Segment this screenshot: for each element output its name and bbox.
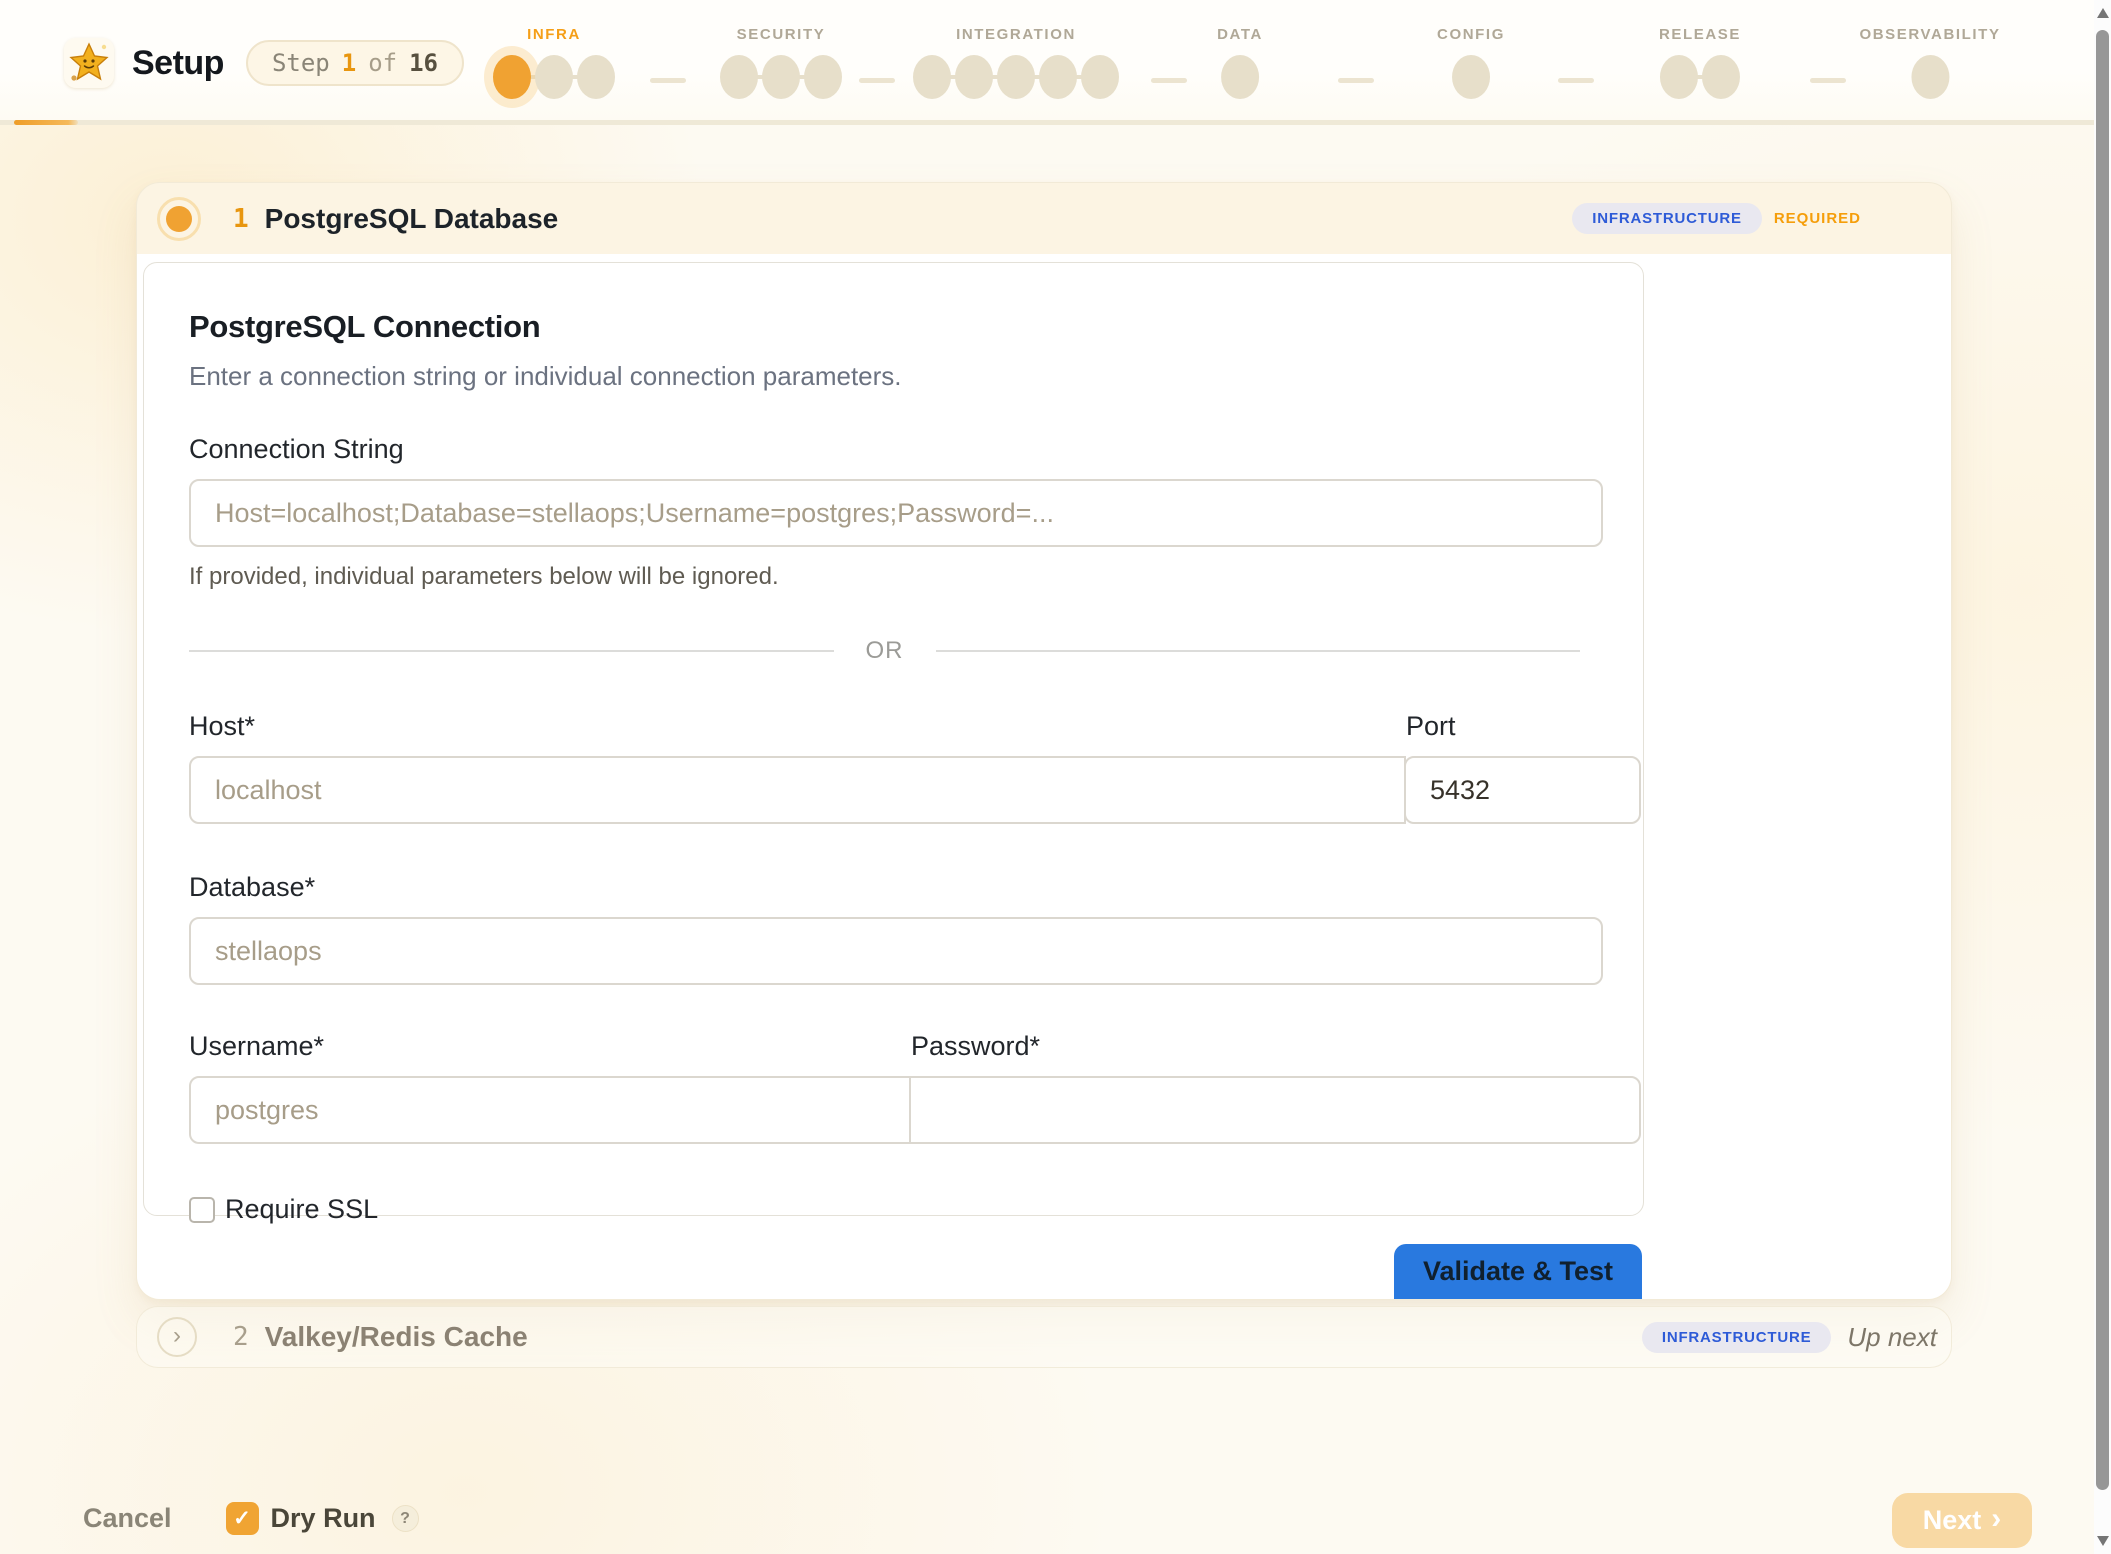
section-postgresql-header[interactable]: 1 PostgreSQL Database INFRASTRUCTURE REQ… xyxy=(137,183,1951,254)
stage-infra: INFRA xyxy=(493,26,615,99)
host-input[interactable] xyxy=(189,756,1406,824)
next-button-label: Next xyxy=(1923,1505,1982,1536)
step-dot xyxy=(720,55,758,99)
stage-label: INFRA xyxy=(527,26,581,43)
step-dot xyxy=(913,55,951,99)
database-input[interactable] xyxy=(189,917,1603,985)
top-bar: Setup Step 1 of 16 INFRASECURITYINTEGRAT… xyxy=(0,0,2111,120)
required-badge: REQUIRED xyxy=(1774,210,1861,227)
chevron-right-icon: › xyxy=(173,1324,181,1348)
require-ssl-checkbox[interactable] xyxy=(189,1197,215,1223)
step-dot xyxy=(1039,55,1077,99)
port-input[interactable] xyxy=(1404,756,1641,824)
stage-connector-dash xyxy=(650,78,686,83)
section-title: PostgreSQL Database xyxy=(265,203,559,235)
check-icon: ✓ xyxy=(233,1506,251,1531)
wizard-footer: Cancel ✓ Dry Run ? xyxy=(0,1483,2094,1554)
help-icon[interactable]: ? xyxy=(392,1505,419,1532)
step-dot xyxy=(577,55,615,99)
stage-label: INTEGRATION xyxy=(956,26,1076,43)
expand-section-button[interactable]: › xyxy=(157,1317,197,1357)
require-ssl-row: Require SSL xyxy=(189,1194,1603,1225)
wizard-stage-stepper: INFRA SECURITY INTEGRATION DATA CONFIG RELEAS… xyxy=(0,0,2111,120)
section-number: 1 xyxy=(233,204,249,234)
step-dot xyxy=(1660,55,1698,99)
stage-label: SECURITY xyxy=(737,26,826,43)
up-next-status: Up next xyxy=(1847,1322,1937,1353)
step-dot xyxy=(1911,55,1949,99)
scroll-down-arrow-icon[interactable] xyxy=(2097,1536,2109,1546)
form-heading: PostgreSQL Connection xyxy=(189,309,1603,345)
cancel-button[interactable]: Cancel xyxy=(83,1503,172,1534)
connection-string-label: Connection String xyxy=(189,434,1603,465)
vertical-scrollbar[interactable] xyxy=(2094,0,2111,1554)
stage-label: RELEASE xyxy=(1659,26,1741,43)
stage-label: CONFIG xyxy=(1437,26,1505,43)
stage-connector-dash xyxy=(1338,78,1374,83)
section-number: 2 xyxy=(233,1322,249,1352)
step-dot xyxy=(762,55,800,99)
password-input[interactable] xyxy=(909,1076,1641,1144)
stage-label: OBSERVABILITY xyxy=(1859,26,2000,43)
form-description: Enter a connection string or individual … xyxy=(189,361,1603,392)
step-dot xyxy=(1452,55,1490,99)
or-divider: OR xyxy=(189,637,1603,665)
section-valkey-card[interactable]: › 2 Valkey/Redis Cache INFRASTRUCTURE Up… xyxy=(136,1306,1952,1368)
stage-release: RELEASE xyxy=(1659,26,1741,99)
scroll-up-arrow-icon[interactable] xyxy=(2097,8,2109,18)
step-dot xyxy=(535,55,573,99)
validate-and-test-button[interactable]: Validate & Test xyxy=(1394,1244,1642,1300)
stage-connector-dash xyxy=(1810,78,1846,83)
connection-string-input[interactable] xyxy=(189,479,1603,547)
password-label: Password* xyxy=(911,1031,1643,1062)
next-button[interactable]: Next › xyxy=(1892,1493,2032,1548)
stage-security: SECURITY xyxy=(720,26,842,99)
section-postgresql-card: 1 PostgreSQL Database INFRASTRUCTURE REQ… xyxy=(136,182,1952,1300)
username-label: Username* xyxy=(189,1031,911,1062)
step-dot xyxy=(997,55,1035,99)
require-ssl-label: Require SSL xyxy=(225,1194,378,1225)
header-progress-track xyxy=(0,120,2111,125)
username-input[interactable] xyxy=(189,1076,911,1144)
stage-connector-dash xyxy=(1558,78,1594,83)
step-dot xyxy=(955,55,993,99)
dry-run-checkbox[interactable]: ✓ xyxy=(226,1502,259,1535)
section-postgresql-body: PostgreSQL Connection Enter a connection… xyxy=(137,254,1951,1299)
stage-connector-dash xyxy=(1151,78,1187,83)
stage-integration: INTEGRATION xyxy=(913,26,1119,99)
stage-data: DATA xyxy=(1217,26,1263,99)
active-section-radio-icon xyxy=(157,197,201,241)
step-dot xyxy=(1081,55,1119,99)
chevron-right-icon: › xyxy=(1991,1504,2001,1538)
stage-label: DATA xyxy=(1217,26,1263,43)
stage-connector-dash xyxy=(859,78,895,83)
step-dot xyxy=(493,55,531,99)
step-dot xyxy=(804,55,842,99)
host-label: Host* xyxy=(189,711,1406,742)
dry-run-label: Dry Run xyxy=(271,1503,376,1534)
database-label: Database* xyxy=(189,872,1603,903)
postgres-connection-form: PostgreSQL Connection Enter a connection… xyxy=(143,262,1644,1216)
step-dot xyxy=(1702,55,1740,99)
stage-observability: OBSERVABILITY xyxy=(1859,26,2000,99)
category-badge: INFRASTRUCTURE xyxy=(1642,1322,1832,1353)
port-label: Port xyxy=(1406,711,1643,742)
or-divider-label: OR xyxy=(866,637,904,665)
scrollbar-thumb[interactable] xyxy=(2096,30,2109,1490)
header-progress-fill xyxy=(14,120,78,125)
step-dot xyxy=(1221,55,1259,99)
connection-string-help: If provided, individual parameters below… xyxy=(189,563,1603,591)
section-title: Valkey/Redis Cache xyxy=(265,1321,528,1353)
category-badge: INFRASTRUCTURE xyxy=(1572,203,1762,234)
stage-config: CONFIG xyxy=(1437,26,1505,99)
